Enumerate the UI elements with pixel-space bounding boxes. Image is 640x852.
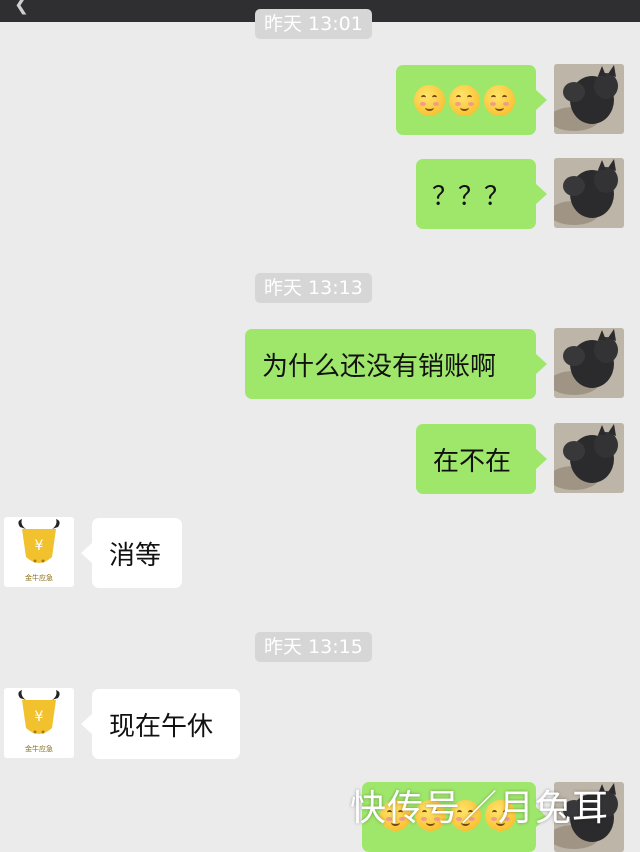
message-text: ？？？ <box>432 181 511 212</box>
my-avatar[interactable] <box>554 423 624 493</box>
message-bubble[interactable]: ？？？ <box>416 159 547 229</box>
message-bubble[interactable]: 消等 <box>81 518 182 588</box>
timestamp: 昨天 13:13 <box>255 273 372 303</box>
cat-avatar-icon <box>554 423 624 493</box>
smiling-face-emoji-icon <box>449 84 480 116</box>
svg-text:¥: ¥ <box>35 709 44 725</box>
cat-avatar-icon <box>554 158 624 228</box>
avatar-caption: 金牛应急 <box>25 574 53 582</box>
contact-avatar[interactable]: ¥ 金牛应急 <box>4 688 74 758</box>
my-avatar[interactable] <box>554 328 624 398</box>
watermark: 快传号／月兔耳 <box>350 788 610 829</box>
message-bubble[interactable]: 为什么还没有销账啊 <box>245 329 547 399</box>
cat-avatar-icon <box>554 328 624 398</box>
svg-text:¥: ¥ <box>35 538 44 554</box>
my-avatar[interactable] <box>554 64 624 134</box>
smiling-face-emoji-icon <box>414 84 445 116</box>
message-text: 现在午休 <box>109 711 214 742</box>
cat-avatar-icon <box>554 64 624 134</box>
timestamp: 昨天 13:01 <box>255 9 372 39</box>
smiling-face-emoji-icon <box>484 84 515 116</box>
back-icon[interactable]: ❮ <box>14 0 29 15</box>
my-avatar[interactable] <box>554 158 624 228</box>
message-bubble[interactable]: 现在午休 <box>81 689 240 759</box>
message-text: 在不在 <box>433 446 512 477</box>
avatar-caption: 金牛应急 <box>25 745 53 753</box>
message-bubble-emoji[interactable] <box>396 65 547 135</box>
timestamp: 昨天 13:15 <box>255 632 372 662</box>
message-text: 消等 <box>109 540 162 571</box>
message-bubble[interactable]: 在不在 <box>416 424 547 494</box>
contact-avatar[interactable]: ¥ 金牛应急 <box>4 517 74 587</box>
message-text: 为什么还没有销账啊 <box>262 351 497 382</box>
